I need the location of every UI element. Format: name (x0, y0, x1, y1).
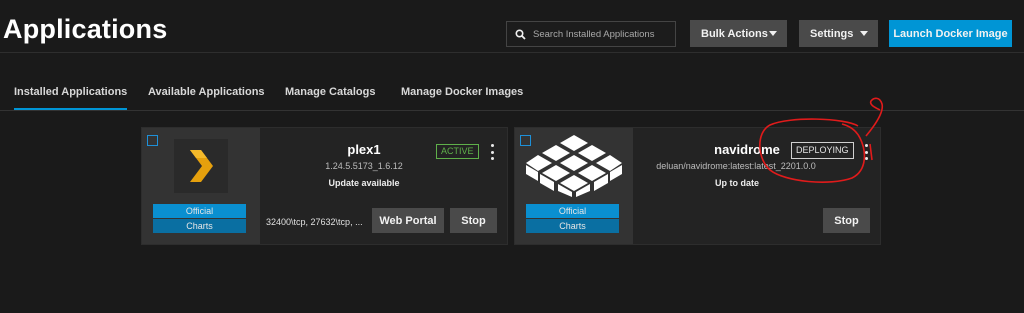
plex-logo-icon (174, 139, 228, 193)
settings-label: Settings (810, 27, 854, 40)
app-card-plex1: Official Charts plex1 ACTIVE 1.24.5.5173… (141, 127, 508, 245)
update-status: Up to date (715, 178, 759, 188)
catalog-badge-official: Official (153, 204, 246, 218)
launch-docker-image-button[interactable]: Launch Docker Image (889, 20, 1012, 47)
launch-docker-image-label: Launch Docker Image (893, 27, 1008, 40)
settings-button[interactable]: Settings (799, 20, 878, 47)
search-icon (507, 28, 533, 40)
page-title: Applications (3, 14, 168, 44)
more-options-icon[interactable] (861, 144, 871, 160)
tab-available-applications[interactable]: Available Applications (148, 80, 265, 110)
tab-manage-docker-images[interactable]: Manage Docker Images (401, 80, 523, 110)
ports-text: 32400\tcp, 27632\tcp, ... (266, 217, 363, 227)
app-card-icon-panel: Official Charts (515, 128, 633, 244)
status-badge: DEPLOYING (791, 142, 854, 159)
tab-installed-applications[interactable]: Installed Applications (14, 80, 128, 110)
catalog-badge-charts: Charts (153, 219, 246, 233)
web-portal-button[interactable]: Web Portal (372, 208, 444, 233)
bulk-actions-button[interactable]: Bulk Actions (690, 20, 787, 47)
stop-button[interactable]: Stop (823, 208, 870, 233)
app-name: navidrome (714, 142, 780, 157)
caret-down-icon (769, 31, 777, 36)
header-divider (0, 52, 1024, 53)
app-name: plex1 (347, 142, 381, 157)
update-status: Update available (328, 178, 400, 188)
app-root: Applications Bulk Actions Settings Launc… (0, 0, 1024, 313)
app-card-navidrome: Official Charts navidrome DEPLOYING delu… (514, 127, 881, 245)
select-checkbox[interactable] (147, 135, 158, 146)
catalog-badge-charts: Charts (526, 219, 619, 233)
status-badge: ACTIVE (436, 144, 479, 159)
tabs-divider (0, 110, 1024, 111)
stop-button[interactable]: Stop (450, 208, 497, 233)
app-card-icon-panel: Official Charts (142, 128, 260, 244)
navidrome-logo-icon (526, 133, 622, 197)
tab-manage-catalogs[interactable]: Manage Catalogs (285, 80, 375, 110)
caret-down-icon (860, 31, 868, 36)
app-version: 1.24.5.5173_1.6.12 (325, 161, 403, 171)
bulk-actions-label: Bulk Actions (701, 27, 768, 40)
app-version: deluan/navidrome:latest:latest_2201.0.0 (656, 161, 816, 171)
tab-bar: Installed Applications Available Applica… (0, 80, 1024, 110)
catalog-badge-official: Official (526, 204, 619, 218)
search-box[interactable] (506, 21, 676, 47)
search-input[interactable] (533, 28, 671, 40)
more-options-icon[interactable] (487, 144, 497, 160)
